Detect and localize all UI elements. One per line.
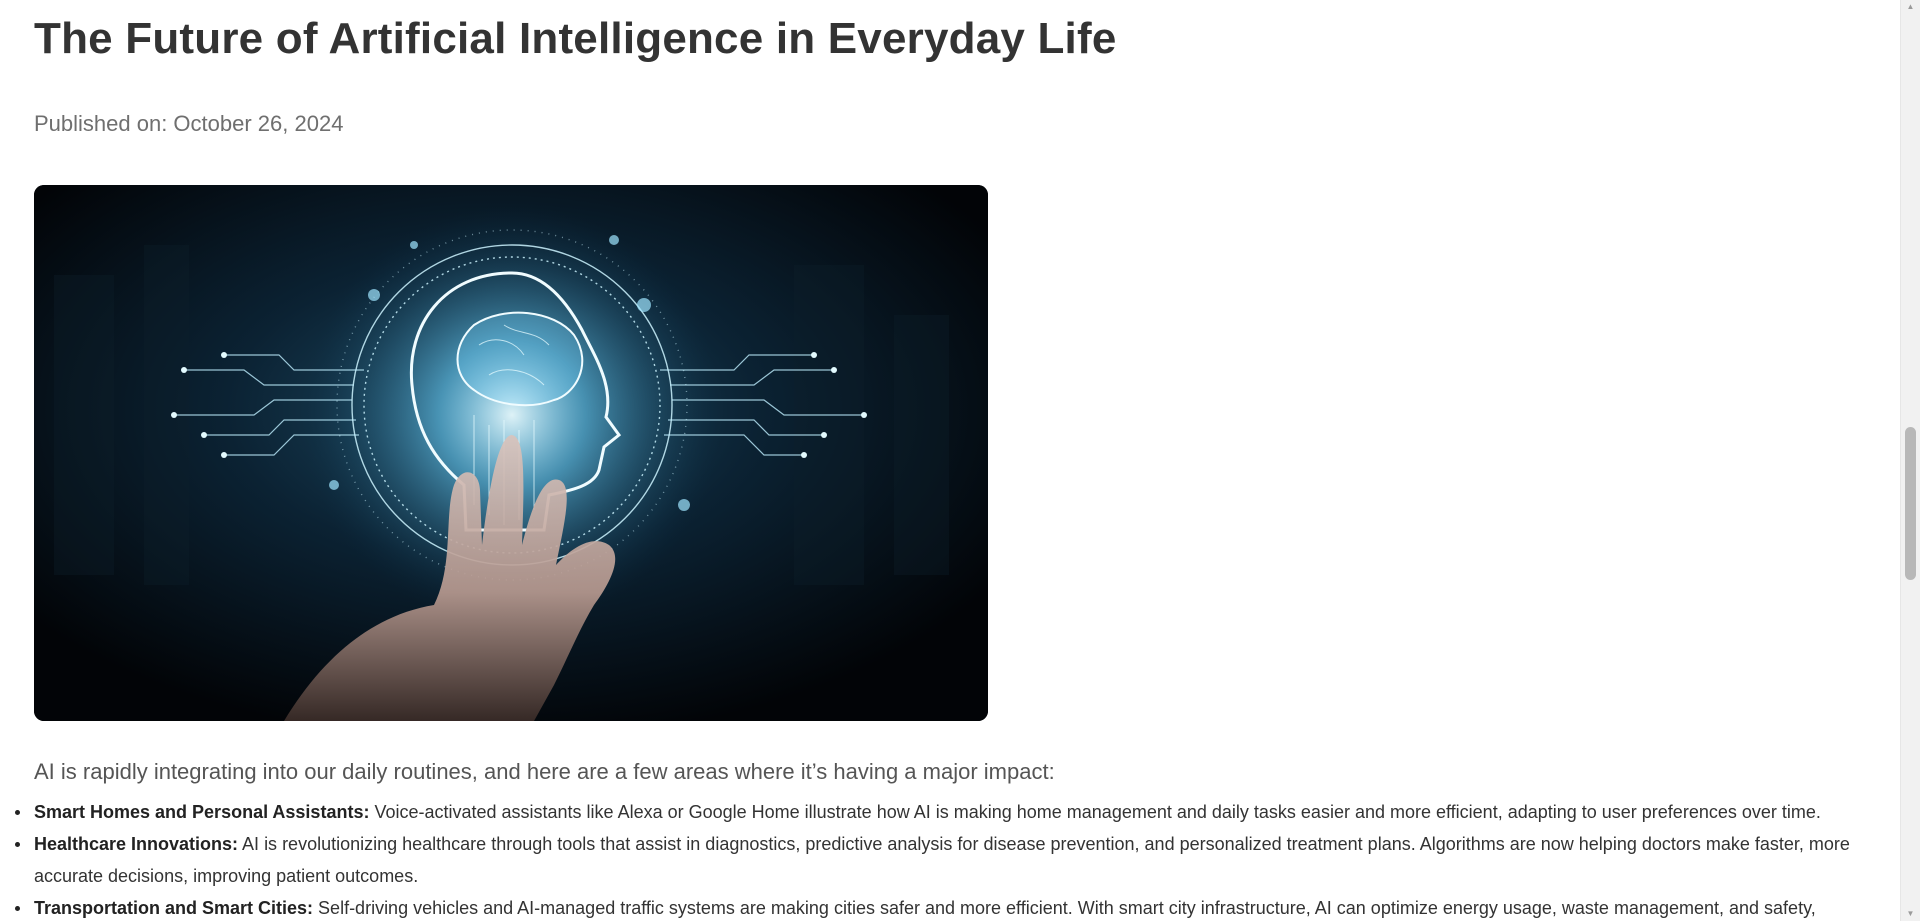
ai-brain-hand-illustration [34,185,988,721]
article-title: The Future of Artificial Intelligence in… [34,14,1117,63]
list-item-text: AI is revolutionizing healthcare through… [34,834,1850,886]
triangle-down-icon[interactable]: ▼ [1901,907,1920,921]
list-item: Healthcare Innovations: AI is revolution… [15,828,1854,892]
list-item-heading: Healthcare Innovations: [34,834,239,854]
list-item-text: Self-driving vehicles and AI-managed tra… [313,898,1816,918]
triangle-up-icon[interactable]: ▲ [1901,0,1920,14]
hero-image [34,185,988,721]
list-item-text: Voice-activated assistants like Alexa or… [369,802,1821,822]
scrollbar-thumb[interactable] [1905,427,1916,580]
impact-list: Smart Homes and Personal Assistants: Voi… [15,796,1854,921]
list-item: Transportation and Smart Cities: Self-dr… [15,892,1854,921]
article-page: The Future of Artificial Intelligence in… [0,0,1900,921]
list-item-heading: Transportation and Smart Cities: [34,898,314,918]
list-item: Smart Homes and Personal Assistants: Voi… [15,796,1854,828]
publish-date: Published on: October 26, 2024 [34,111,344,136]
vertical-scrollbar[interactable]: ▲ ▼ [1900,0,1920,921]
list-item-heading: Smart Homes and Personal Assistants: [34,802,370,822]
article-intro: AI is rapidly integrating into our daily… [34,759,1055,784]
